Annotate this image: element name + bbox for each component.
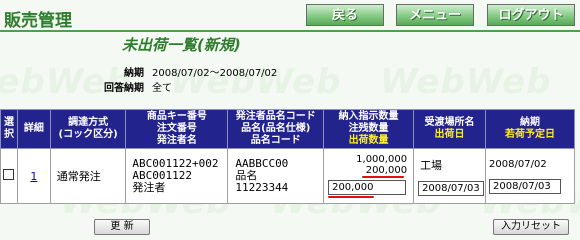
header-text: 納期: [520, 117, 541, 128]
delivery-cell: 2008/07/02 2008/07/03: [485, 148, 575, 204]
col-place: 受渡場所名 出荷日: [413, 109, 487, 149]
instructed-qty: 1,000,000: [356, 154, 408, 165]
logout-button[interactable]: ログアウト: [487, 4, 575, 26]
answer-label: 回答納期: [104, 83, 144, 94]
app-title: 販売管理: [4, 11, 72, 31]
header-text: 発注者名: [156, 135, 197, 146]
header-text: 発注者品名コード: [235, 111, 316, 122]
header-text: 品名(品名仕様): [241, 123, 311, 134]
col-detail: 詳細: [16, 109, 51, 149]
col-product: 商品キー番号 注文番号 発注者名: [125, 109, 229, 149]
header-text: 品名コード: [250, 135, 301, 146]
row-checkbox[interactable]: [3, 169, 15, 180]
delivery-date: 2008/07/02: [489, 158, 547, 170]
header-text: 若荷予定日: [505, 129, 556, 140]
delivery-value: 2008/07/02〜2008/07/02: [152, 68, 278, 79]
header-divider: [0, 30, 580, 32]
header-text: 択: [3, 129, 14, 140]
header-text: 出荷日: [434, 129, 465, 140]
watermark-text: WebWeb: [380, 62, 552, 102]
table-header-row: 選 択 詳細 調達方式 (コック区分) 商品キー番号 注文番号 発注者名 発注者…: [0, 109, 575, 149]
header-text: 受渡場所名: [424, 117, 475, 128]
detail-cell: 1: [16, 148, 51, 204]
order-product-cell: AABBCC00 品名 11223344: [227, 148, 325, 204]
header-text: 出荷数量: [348, 135, 389, 146]
product-cell: ABC001122+002 ABC001122 発注者: [125, 148, 229, 204]
unshipped-table: 選 択 詳細 調達方式 (コック区分) 商品キー番号 注文番号 発注者名 発注者…: [0, 109, 575, 204]
answer-value: 全て: [152, 83, 172, 94]
orderer-name: 発注者: [132, 181, 166, 194]
quantity-cell: 1,000,000 200,000 200,000: [323, 148, 415, 204]
place-name: 工場: [420, 158, 443, 172]
ship-qty-input[interactable]: 200,000: [328, 180, 407, 195]
delivery-label: 納期: [124, 68, 144, 79]
product-number: 11223344: [235, 181, 289, 194]
menu-button[interactable]: メニュー: [396, 4, 474, 26]
procurement-cell: 通常発注: [49, 148, 127, 204]
detail-link[interactable]: 1: [30, 170, 37, 183]
page-title: 未出荷一覧(新規): [122, 36, 241, 54]
remaining-qty: 200,000: [365, 165, 408, 176]
header-text: 商品キー番号: [146, 111, 207, 122]
header-text: (コック区分): [58, 129, 118, 140]
reset-button[interactable]: 入力リセット: [493, 219, 569, 235]
header-text: 選: [3, 117, 14, 128]
red-underline: [328, 196, 375, 198]
col-order-product: 発注者品名コード 品名(品名仕様) 品名コード: [227, 109, 325, 149]
red-underline: [362, 176, 405, 178]
scheduled-date-input[interactable]: 2008/07/03: [489, 178, 562, 194]
select-cell: [0, 148, 18, 204]
back-button[interactable]: 戻る: [306, 4, 384, 26]
col-delivery: 納期 若荷予定日: [485, 109, 575, 149]
update-button[interactable]: 更 新: [94, 219, 150, 235]
col-select: 選 択: [0, 109, 18, 149]
col-quantity: 納入指示数量 注残数量 出荷数量: [323, 109, 415, 149]
header-text: 注文番号: [156, 123, 197, 134]
app-header: 販売管理 戻る メニュー ログアウト: [0, 0, 580, 34]
place-cell: 工場 2008/07/03: [413, 148, 487, 204]
header-text: 納入指示数量: [338, 111, 399, 122]
table-row: 1 通常発注 ABC001122+002 ABC001122 発注者 AABBC…: [0, 148, 575, 204]
header-text: 注残数量: [348, 123, 389, 134]
header-text: 調達方式: [68, 117, 109, 128]
ship-date-input[interactable]: 2008/07/03: [418, 180, 485, 196]
col-procurement: 調達方式 (コック区分): [49, 109, 127, 149]
